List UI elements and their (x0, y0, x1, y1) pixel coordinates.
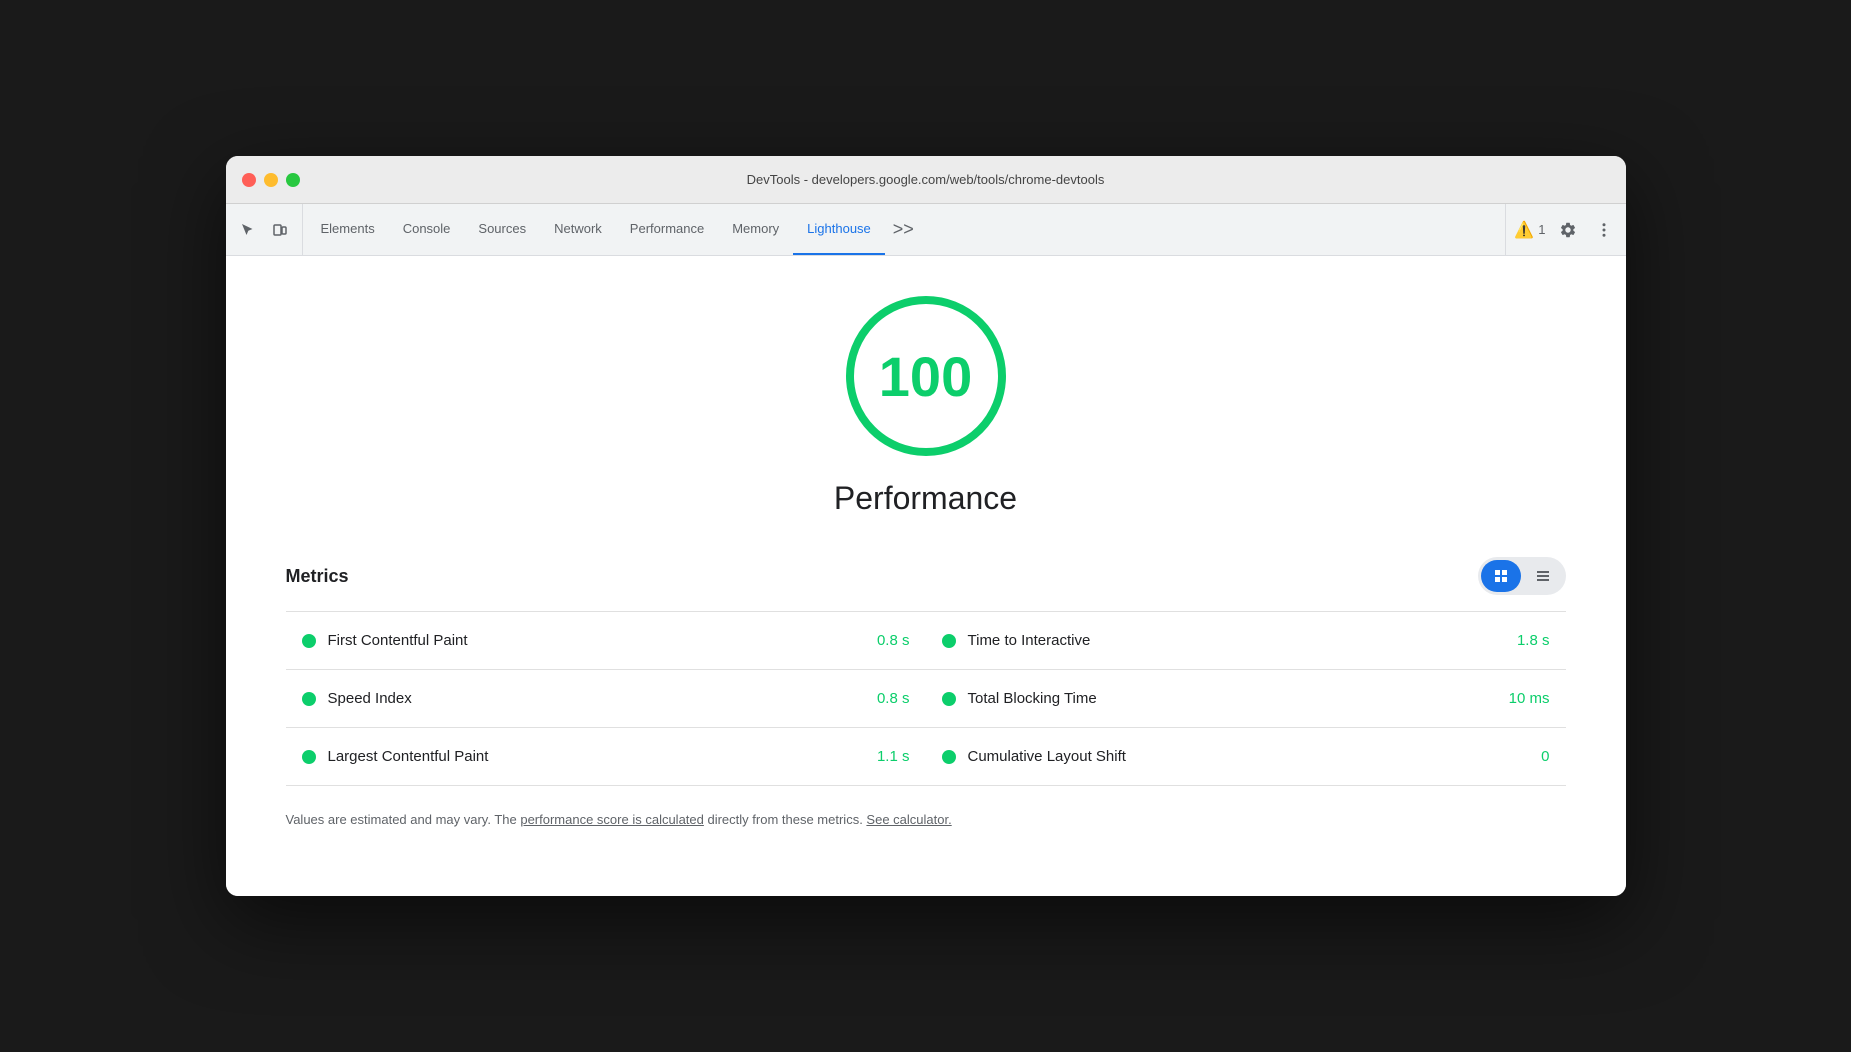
devtools-toolbar: Elements Console Sources Network Perform… (226, 204, 1626, 256)
cursor-icon[interactable] (234, 216, 262, 244)
lcp-name: Largest Contentful Paint (328, 748, 865, 765)
titlebar: DevTools - developers.google.com/web/too… (226, 156, 1626, 204)
score-label: Performance (834, 480, 1017, 517)
tab-network[interactable]: Network (540, 204, 616, 255)
fcp-name: First Contentful Paint (328, 632, 865, 649)
lcp-value: 1.1 s (877, 748, 910, 765)
lcp-dot (302, 750, 316, 764)
traffic-lights (242, 173, 300, 187)
warning-icon: ⚠️ (1514, 220, 1534, 240)
view-toggle (1478, 557, 1566, 595)
settings-button[interactable] (1554, 216, 1582, 244)
more-options-button[interactable] (1590, 216, 1618, 244)
cls-dot (942, 750, 956, 764)
devtools-tabs: Elements Console Sources Network Perform… (307, 204, 1502, 255)
metric-fcp: First Contentful Paint 0.8 s (286, 612, 926, 669)
view-grid-button[interactable] (1481, 560, 1521, 592)
metric-si: Speed Index 0.8 s (286, 670, 926, 727)
score-value: 100 (879, 344, 972, 409)
score-circle: 100 (846, 296, 1006, 456)
metrics-grid: First Contentful Paint 0.8 s Time to Int… (286, 612, 1566, 786)
metrics-section: Metrics (286, 557, 1566, 830)
calculator-link[interactable]: See calculator. (866, 812, 951, 827)
more-tabs-button[interactable]: >> (885, 204, 922, 255)
metric-lcp: Largest Contentful Paint 1.1 s (286, 728, 926, 785)
score-section: 100 Performance (286, 296, 1566, 517)
tbt-value: 10 ms (1509, 690, 1550, 707)
tab-performance[interactable]: Performance (616, 204, 718, 255)
si-dot (302, 692, 316, 706)
tab-lighthouse[interactable]: Lighthouse (793, 204, 885, 255)
fcp-dot (302, 634, 316, 648)
toolbar-icon-group (234, 204, 303, 255)
metrics-title: Metrics (286, 566, 349, 587)
fcp-value: 0.8 s (877, 632, 910, 649)
cls-value: 0 (1541, 748, 1549, 765)
performance-score-link[interactable]: performance score is calculated (520, 812, 704, 827)
metric-row-1: First Contentful Paint 0.8 s Time to Int… (286, 612, 1566, 670)
toolbar-right: ⚠️ 1 (1505, 204, 1617, 255)
close-button[interactable] (242, 173, 256, 187)
tab-elements[interactable]: Elements (307, 204, 389, 255)
metric-cls: Cumulative Layout Shift 0 (926, 728, 1566, 785)
view-list-button[interactable] (1523, 560, 1563, 592)
tti-value: 1.8 s (1517, 632, 1550, 649)
metric-row-2: Speed Index 0.8 s Total Blocking Time 10… (286, 670, 1566, 728)
maximize-button[interactable] (286, 173, 300, 187)
tbt-dot (942, 692, 956, 706)
minimize-button[interactable] (264, 173, 278, 187)
metric-tti: Time to Interactive 1.8 s (926, 612, 1566, 669)
tbt-name: Total Blocking Time (968, 690, 1497, 707)
si-name: Speed Index (328, 690, 865, 707)
metric-row-3: Largest Contentful Paint 1.1 s Cumulativ… (286, 728, 1566, 786)
tab-console[interactable]: Console (389, 204, 465, 255)
window-title: DevTools - developers.google.com/web/too… (747, 172, 1105, 187)
warning-badge[interactable]: ⚠️ 1 (1514, 220, 1545, 240)
lighthouse-content: 100 Performance Metrics (226, 256, 1626, 896)
tab-sources[interactable]: Sources (464, 204, 540, 255)
metric-tbt: Total Blocking Time 10 ms (926, 670, 1566, 727)
tab-memory[interactable]: Memory (718, 204, 793, 255)
tti-name: Time to Interactive (968, 632, 1505, 649)
footer-text: Values are estimated and may vary. The p… (286, 810, 1566, 830)
device-toggle-icon[interactable] (266, 216, 294, 244)
devtools-window: DevTools - developers.google.com/web/too… (226, 156, 1626, 896)
metrics-header: Metrics (286, 557, 1566, 595)
cls-name: Cumulative Layout Shift (968, 748, 1530, 765)
tti-dot (942, 634, 956, 648)
si-value: 0.8 s (877, 690, 910, 707)
